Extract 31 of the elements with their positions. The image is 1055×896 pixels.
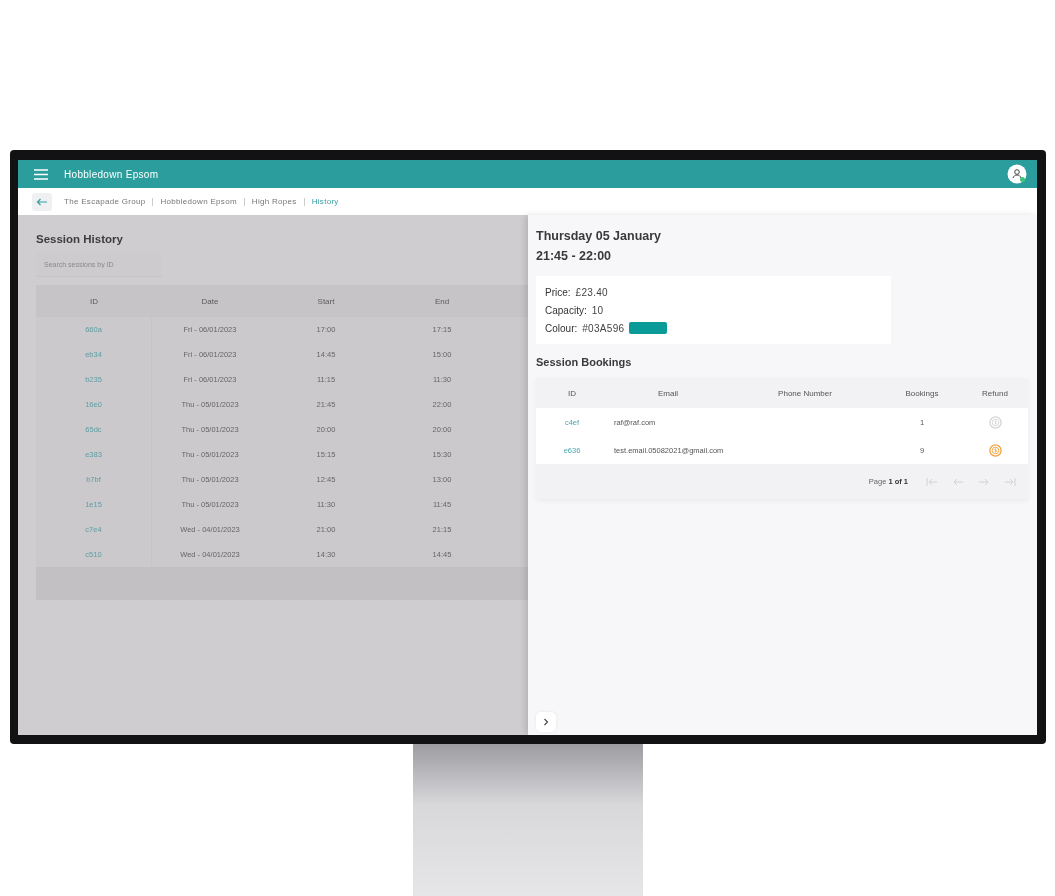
expand-button[interactable] — [536, 712, 556, 732]
menu-icon[interactable] — [34, 168, 48, 180]
column-header: Date — [200, 296, 220, 306]
back-arrow-icon — [36, 197, 48, 206]
user-avatar-icon[interactable] — [1007, 164, 1027, 184]
section-title: Session History — [36, 233, 124, 245]
section-title: Session Bookings — [536, 356, 633, 368]
column-header: ID — [567, 388, 577, 398]
info-label: Price: — [545, 286, 571, 298]
column-header: Bookings — [904, 388, 940, 398]
breadcrumb-link[interactable]: History — [311, 197, 339, 206]
info-value: £23.40 — [575, 286, 608, 298]
column-header: Refund — [981, 388, 1009, 398]
column-header: ID — [89, 296, 99, 306]
info-label: Colour: — [545, 322, 578, 334]
column-header: Start — [316, 296, 336, 306]
breadcrumb-link[interactable]: Hobbledown Epsom — [160, 197, 237, 206]
breadcrumb-link[interactable]: The Escapade Group — [64, 197, 146, 206]
breadcrumb-link[interactable]: High Ropes — [251, 197, 297, 206]
info-value: 10 — [591, 304, 604, 316]
column-header: Phone Number — [777, 388, 833, 398]
session-time: 21:45 - 22:00 — [536, 248, 613, 265]
app-title: Hobbledown Epsom — [64, 168, 160, 180]
chevron-right-icon — [543, 718, 549, 726]
refund-coin-icon[interactable] — [988, 443, 1002, 457]
column-header: Email — [657, 388, 679, 398]
info-value: #03A596 — [582, 322, 625, 334]
column-header: End — [433, 296, 451, 306]
info-label: Capacity: — [545, 304, 587, 316]
back-button[interactable] — [32, 192, 52, 211]
session-date: Thursday 05 January — [536, 228, 663, 245]
